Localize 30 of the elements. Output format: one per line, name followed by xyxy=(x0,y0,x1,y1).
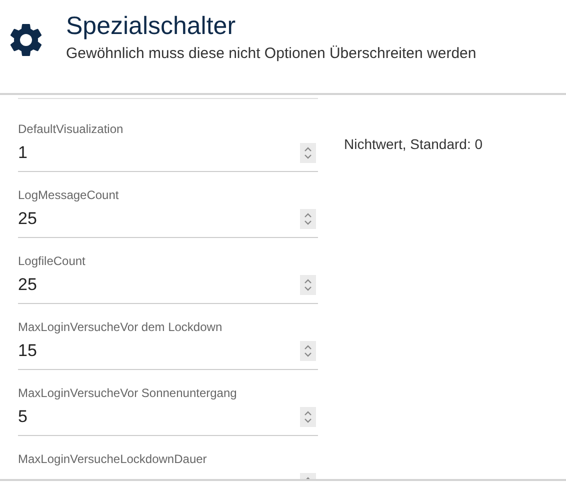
number-field[interactable]: MaxLoginVersucheLockdownDauer xyxy=(18,452,318,479)
field-value: 15 xyxy=(18,341,37,361)
field-hint: Nichtwert, Standard: 0 xyxy=(344,136,483,152)
field-value: 5 xyxy=(18,407,28,427)
field-label: DefaultVisualization xyxy=(18,122,124,137)
field-label: MaxLoginVersucheVor Sonnenuntergang xyxy=(18,386,238,401)
spinner-arrows-icon[interactable] xyxy=(303,146,313,160)
spinner-button[interactable] xyxy=(300,341,316,361)
field-label: MaxLoginVersucheLockdownDauer xyxy=(18,452,208,467)
field-value: 1 xyxy=(18,143,28,163)
number-field[interactable]: DefaultVisualization 1 xyxy=(18,122,318,172)
spinner-button[interactable] xyxy=(300,209,316,229)
number-field[interactable]: LogMessageCount 25 xyxy=(18,188,318,238)
spinner-arrows-icon[interactable] xyxy=(303,278,313,292)
field-label: LogMessageCount xyxy=(18,188,120,203)
number-field[interactable]: MaxLoginVersucheVor dem Lockdown 15 xyxy=(18,320,318,370)
number-field[interactable]: LogfileCount 25 xyxy=(18,254,318,304)
section-title: Spezialschalter xyxy=(66,12,237,41)
field-label: LogfileCount xyxy=(18,254,86,269)
field-value: 25 xyxy=(18,209,37,229)
number-field[interactable]: MaxLoginVersucheVor Sonnenuntergang 5 xyxy=(18,386,318,436)
spinner-button[interactable] xyxy=(300,275,316,295)
spinner-arrows-icon[interactable] xyxy=(303,410,313,424)
field-label: MaxLoginVersucheVor dem Lockdown xyxy=(18,320,224,335)
field-value: 25 xyxy=(18,275,37,295)
spinner-arrows-icon[interactable] xyxy=(303,212,313,226)
section-subtitle: Gewöhnlich muss diese nicht Optionen Überschreiten werden xyxy=(66,45,476,62)
spinner-button[interactable] xyxy=(300,143,316,163)
spinner-button[interactable] xyxy=(300,407,316,427)
spinner-arrows-icon[interactable] xyxy=(303,344,313,358)
